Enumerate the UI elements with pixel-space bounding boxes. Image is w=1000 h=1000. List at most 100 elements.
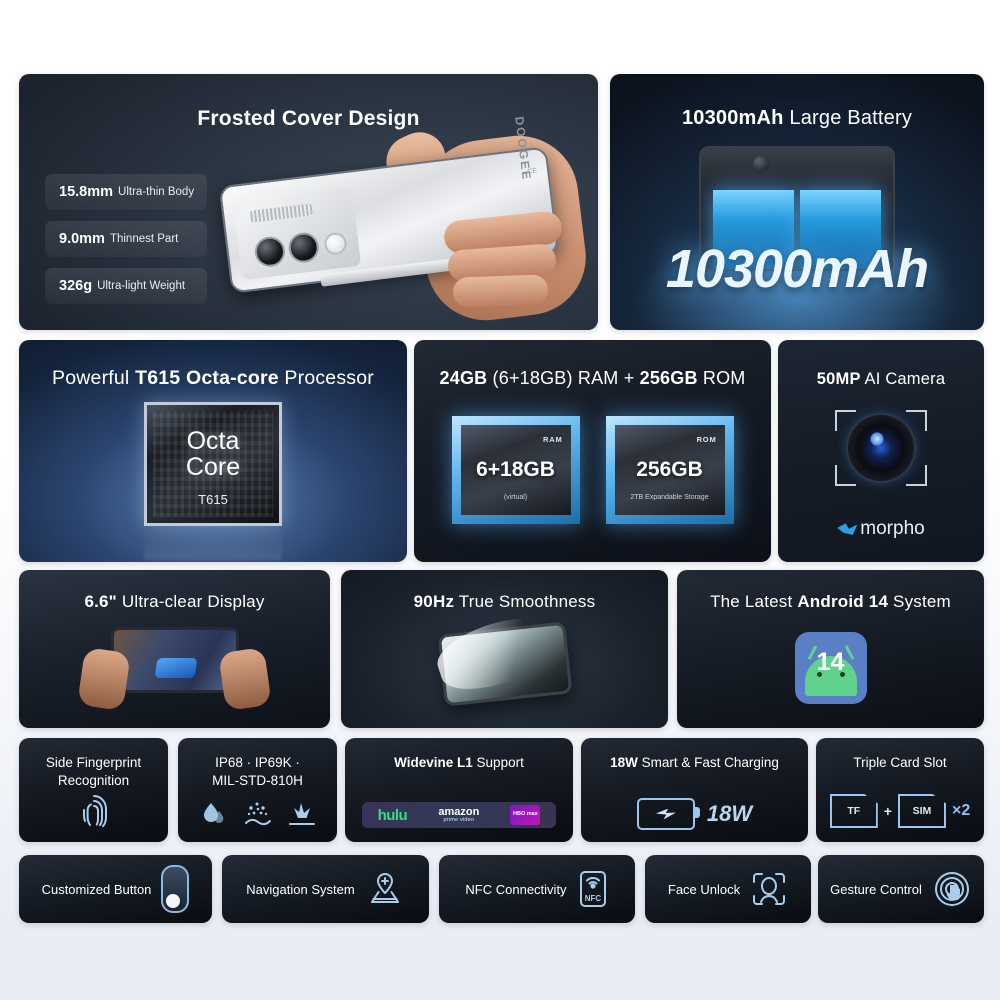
chip-line-2: Core — [185, 452, 241, 481]
morpho-bird-icon — [837, 523, 858, 535]
card-navigation-system: Navigation System — [222, 855, 429, 923]
focus-corner-br — [906, 465, 927, 486]
camera-title-rest: AI Camera — [860, 370, 946, 388]
charging-icon-row: 18W — [581, 798, 808, 830]
spec-item: 326g Ultra-light Weight — [45, 268, 207, 304]
hbo-max-logo: HBO max — [510, 805, 541, 825]
charging-title: 18W Smart & Fast Charging — [581, 754, 808, 772]
camera-lens-icon — [848, 415, 914, 481]
camera-flash — [323, 231, 348, 256]
spec-label: Ultra-thin Body — [118, 186, 195, 198]
fingerprint-title-line-2: Recognition — [57, 773, 130, 789]
navigation-label: Navigation System — [246, 881, 355, 897]
card-widevine: Widevine L1 Support hulu amazon prime vi… — [345, 738, 573, 842]
lightning-bolt-icon — [655, 808, 676, 820]
focus-corner-bl — [835, 465, 856, 486]
gaming-hand-right — [218, 647, 272, 711]
ram-chip-core: RAM 6+18GB (virtual) — [460, 425, 571, 515]
rugged-title: IP68 · IP69K · MIL-STD-810H — [178, 754, 337, 790]
android-title-post: System — [888, 592, 951, 611]
chip-text: Octa Core — [147, 427, 279, 481]
gaming-phone-render — [110, 627, 239, 693]
chip-reflection — [144, 526, 282, 560]
charging-title-bold: 18W — [610, 755, 638, 770]
card-ai-camera: 50MP AI Camera morpho — [778, 340, 984, 562]
hulu-logo: hulu — [377, 806, 408, 824]
card-nfc: NFC Connectivity NFC — [439, 855, 635, 923]
rom-chip-core: ROM 256GB 2TB Expandable Storage — [614, 425, 725, 515]
motion-swoosh-graphic — [430, 606, 563, 701]
focus-corner-tr — [906, 410, 927, 431]
battery-title-bold: 10300mAh — [681, 107, 784, 129]
cpu-title-bold: T615 Octa-core — [135, 367, 279, 389]
refresh-title: 90Hz True Smoothness — [341, 592, 668, 612]
android-version-number: 14 — [816, 648, 845, 676]
gesture-control-label: Gesture Control — [830, 881, 922, 897]
customized-button-label: Customized Button — [41, 881, 152, 897]
focus-frame-icon — [835, 410, 927, 486]
ram-title: 24GB (6+18GB) RAM + 256GB ROM — [414, 368, 771, 389]
battery-title-rest: Large Battery — [783, 107, 913, 129]
finger-ring — [452, 274, 549, 308]
card-side-fingerprint: Side Fingerprint Recognition — [19, 738, 168, 842]
widevine-title: Widevine L1 Support — [345, 754, 573, 772]
ram-title-post: ROM — [697, 368, 746, 388]
ram-chip-tag: RAM — [543, 435, 563, 444]
card-gesture-control: Gesture Control — [818, 855, 984, 923]
display-title-bold: 6.6" — [84, 592, 117, 611]
card-fast-charging: 18W Smart & Fast Charging 18W — [581, 738, 808, 842]
widevine-title-bold: Widevine L1 — [394, 755, 473, 770]
card-large-battery: 10300mAh Large Battery 10300mAh — [610, 74, 984, 330]
face-scan-icon — [750, 870, 788, 908]
card-frosted-cover-design: Frosted Cover Design DOOGEE CE 15.8mm Ul… — [19, 74, 598, 330]
display-title: 6.6" Ultra-clear Display — [19, 592, 330, 612]
sim-card-icon: SIM — [897, 794, 946, 828]
tf-card-icon: TF — [829, 794, 878, 828]
chip-model-label: T615 — [198, 492, 228, 507]
ram-title-bold-2: 256GB — [639, 368, 698, 388]
rom-chip-sub: 2TB Expandable Storage — [630, 494, 709, 501]
spec-list: 15.8mm Ultra-thin Body 9.0mm Thinnest Pa… — [45, 174, 207, 304]
camera-lens-secondary — [287, 231, 320, 264]
android-title: The Latest Android 14 System — [677, 592, 984, 612]
rom-chip: ROM 256GB 2TB Expandable Storage — [605, 416, 734, 524]
rugged-title-line-1: IP68 · IP69K · — [215, 755, 300, 770]
widevine-title-rest: Support — [472, 755, 524, 770]
slot-multiplier: ×2 — [951, 802, 971, 819]
refresh-title-rest: True Smoothness — [454, 592, 596, 611]
card-memory-storage: 24GB (6+18GB) RAM + 256GB ROM RAM 6+18GB… — [414, 340, 771, 562]
nfc-icon-text: NFC — [584, 894, 601, 903]
card-triple-card-slot: Triple Card Slot TF + SIM ×2 — [816, 738, 984, 842]
rom-chip-value: 256GB — [636, 458, 703, 481]
dust-proof-icon — [244, 800, 272, 828]
gesture-tap-icon — [932, 869, 972, 909]
morpho-logo-text: morpho — [860, 518, 925, 539]
camera-title: 50MP AI Camera — [778, 370, 984, 389]
drop-resistant-icon — [288, 800, 316, 828]
battery-capacity-number: 10300mAh — [665, 239, 929, 299]
card-refresh-rate: 90Hz True Smoothness — [341, 570, 668, 728]
water-drop-icon — [200, 800, 228, 828]
chip-line-1: Octa — [186, 427, 240, 455]
amazon-prime-video-logo: amazon prime video — [438, 806, 479, 824]
rugged-title-line-2: MIL-STD-810H — [212, 773, 303, 789]
rom-chip-tag: ROM — [696, 435, 717, 444]
android-icon: 14 — [794, 632, 867, 704]
processor-chip-render: Octa Core T615 — [144, 402, 282, 526]
card-ingress-protection: IP68 · IP69K · MIL-STD-810H — [178, 738, 337, 842]
battery-phone-camera-icon — [753, 156, 769, 172]
rugged-icons-row — [178, 800, 337, 828]
fingerprint-icon — [77, 792, 111, 830]
card-display: 6.6" Ultra-clear Display — [19, 570, 330, 728]
phone-top-shell — [701, 148, 893, 186]
fingerprint-title: Side Fingerprint Recognition — [19, 754, 168, 790]
battery-bolt-icon — [636, 798, 700, 830]
spec-value: 326g — [59, 278, 93, 294]
ram-title-bold-1: 24GB — [439, 368, 488, 388]
cpu-title-pre: Powerful — [52, 367, 136, 389]
card-processor: Powerful T615 Octa-core Processor Octa C… — [19, 340, 407, 562]
morpho-partner-logo: morpho — [778, 518, 984, 540]
hand-holding-phone-illustration: DOOGEE CE — [196, 116, 596, 330]
card-customized-button: Customized Button — [19, 855, 212, 923]
nfc-icon: NFC — [577, 869, 609, 909]
